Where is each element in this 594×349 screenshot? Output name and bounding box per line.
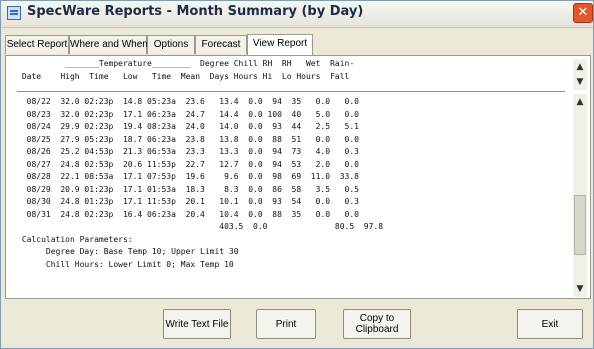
report-scrollbar[interactable]: ▲ ▼ — [573, 94, 587, 297]
report-line: 08/29 20.9 01:23p 17.1 01:53a 18.3 8.3 0… — [17, 184, 359, 194]
tab-view-report[interactable]: View Report — [247, 34, 313, 55]
calc-params-heading: Calculation Parameters: — [17, 234, 133, 244]
report-line: 08/31 24.8 02:23p 16.4 06:23a 20.4 10.4 … — [17, 209, 359, 219]
app-icon — [7, 6, 21, 20]
header-scrollbar[interactable]: ▲ ▼ — [573, 59, 587, 90]
report-line: 08/22 32.0 02:23p 14.8 05:23a 23.6 13.4 … — [17, 97, 359, 106]
scroll-down-icon[interactable]: ▼ — [573, 282, 587, 296]
report-line: 08/27 24.8 02:53p 20.6 11:53p 22.7 12.7 … — [17, 159, 359, 169]
degree-day-params: Degree Day: Base Temp 10; Upper Limit 30 — [17, 247, 239, 256]
report-line: 08/23 32.0 02:23p 17.1 06:23a 24.7 14.4 … — [17, 109, 359, 119]
scroll-down-icon[interactable]: ▼ — [573, 75, 587, 89]
exit-button[interactable]: Exit — [517, 309, 583, 339]
report-column-headers: _______Temperature________ Degree Chill … — [17, 58, 557, 88]
tab-options[interactable]: Options — [147, 35, 195, 54]
report-line: 08/26 25.2 04:53p 21.3 06:53a 23.3 13.3 … — [17, 147, 359, 156]
header-divider — [17, 91, 565, 92]
scroll-thumb[interactable] — [574, 195, 586, 255]
header-line-2: Date High Time Low Time Mean Days Hours … — [17, 71, 350, 81]
chill-hours-params: Chill Hours: Lower Limit 0; Max Temp 10 — [17, 259, 234, 269]
report-line: 08/24 29.9 02:23p 19.4 08:23a 24.0 14.0 … — [17, 122, 359, 131]
tab-forecast[interactable]: Forecast — [195, 35, 247, 54]
report-line: 08/28 22.1 08:53a 17.1 07:53p 19.6 9.6 0… — [17, 172, 359, 181]
scroll-up-icon[interactable]: ▲ — [573, 60, 587, 74]
report-line: 08/30 24.8 01:23p 17.1 11:53p 20.1 10.1 … — [17, 197, 359, 206]
window-title: SpecWare Reports - Month Summary (by Day… — [27, 4, 364, 19]
report-window: SpecWare Reports - Month Summary (by Day… — [0, 0, 594, 349]
header-line-1: _______Temperature________ Degree Chill … — [17, 59, 355, 68]
button-bar: Write Text File Print Copy to Clipboard … — [1, 299, 593, 349]
print-button[interactable]: Print — [256, 309, 316, 339]
close-button[interactable]: ✕ — [573, 3, 593, 23]
tab-where-and-when[interactable]: Where and When — [69, 35, 148, 54]
report-body: 08/22 32.0 02:23p 14.8 05:23a 23.6 13.4 … — [17, 96, 557, 296]
write-text-file-button[interactable]: Write Text File — [163, 309, 231, 339]
title-bar[interactable]: SpecWare Reports - Month Summary (by Day… — [1, 1, 593, 28]
copy-to-clipboard-button[interactable]: Copy to Clipboard — [343, 309, 411, 339]
totals-line: 403.5 0.0 80.5 97.8 — [17, 222, 384, 231]
tab-select-report[interactable]: Select Report — [5, 35, 69, 54]
scroll-up-icon[interactable]: ▲ — [573, 95, 587, 109]
report-line: 08/25 27.9 05:23p 18.7 06:23a 23.8 13.8 … — [17, 134, 359, 144]
